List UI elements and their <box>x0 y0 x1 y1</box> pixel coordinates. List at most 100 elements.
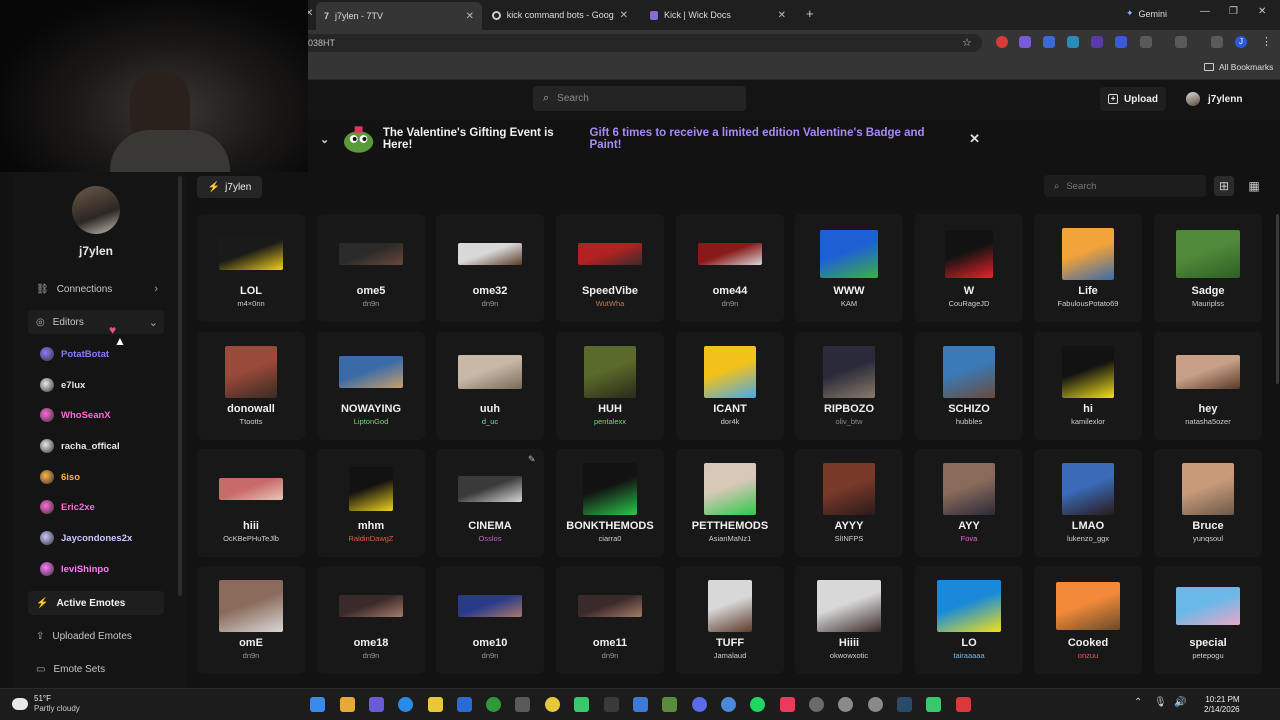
tab-close-icon[interactable]: ✕ <box>466 11 474 22</box>
emote-card[interactable]: ome32 dn9n <box>436 214 544 322</box>
emote-card[interactable]: special petepogu <box>1154 566 1262 674</box>
editor-item[interactable]: e7lux <box>40 375 85 395</box>
app-green-icon[interactable] <box>574 697 589 712</box>
tab-wick-docs[interactable]: Kick | Wick Docs ✕ <box>642 4 794 26</box>
obs-icon[interactable] <box>809 697 824 712</box>
app-green2-icon[interactable] <box>926 697 941 712</box>
editor-item[interactable]: PotatBotat <box>40 344 109 364</box>
epic-games-icon[interactable] <box>604 697 619 712</box>
small-grid-view-icon[interactable]: ▦ <box>1244 176 1264 196</box>
extension-wave-icon[interactable] <box>1115 36 1127 48</box>
minimize-icon[interactable]: — <box>1200 6 1210 17</box>
collapse-chevron-icon[interactable]: ⌄ <box>320 133 334 146</box>
edge-icon[interactable] <box>398 697 413 712</box>
editor-item[interactable]: 6iso <box>40 467 80 487</box>
outlook-icon[interactable] <box>457 697 472 712</box>
emote-card[interactable]: Hiiii okwowxotic <box>795 566 903 674</box>
app-c-icon[interactable] <box>838 697 853 712</box>
emote-card[interactable]: ome11 dn9n <box>556 566 664 674</box>
emote-card[interactable]: donowall Ttootts <box>197 332 305 440</box>
emote-card[interactable]: ome44 dn9n <box>676 214 784 322</box>
user-menu[interactable]: j7ylenn <box>1186 87 1242 111</box>
spotify-icon[interactable] <box>750 697 765 712</box>
profile-avatar[interactable]: J <box>1235 36 1247 48</box>
tab-google-sheets[interactable]: kick command bots - Google S ✕ <box>484 4 636 26</box>
address-bar[interactable]: 038HT ☆ <box>300 34 982 52</box>
extension-blue-icon[interactable] <box>1043 36 1055 48</box>
emote-card[interactable]: uuh d_uc <box>436 332 544 440</box>
bookmark-star-icon[interactable]: ☆ <box>962 36 972 49</box>
tab-search-icon[interactable] <box>1211 36 1223 48</box>
emote-card[interactable]: RIPBOZO oliv_btw <box>795 332 903 440</box>
chrome-icon[interactable] <box>545 697 560 712</box>
sidebar-item-connections[interactable]: ⛓ Connections › <box>28 277 164 301</box>
banner-close-icon[interactable]: ✕ <box>969 131 980 147</box>
emote-card[interactable]: PETTHEMODS AsianMaNz1 <box>676 449 784 557</box>
emote-set-chip[interactable]: ⚡ j7ylen <box>197 176 262 198</box>
editor-item[interactable]: leviShinpo <box>40 559 109 579</box>
store-icon[interactable] <box>515 697 530 712</box>
grid-view-icon[interactable]: ⊞ <box>1214 176 1234 196</box>
extension-purple-icon[interactable] <box>1091 36 1103 48</box>
emote-card[interactable]: hiii OcKBePHuTeJlb <box>197 449 305 557</box>
editor-item[interactable]: WhoSeanX <box>40 405 111 425</box>
edit-pencil-icon[interactable]: ✎ <box>528 454 536 465</box>
sidebar-item-emote-sets[interactable]: ▭ Emote Sets <box>28 657 164 681</box>
editor-item[interactable]: Jaycondones2x <box>40 528 132 548</box>
emote-card[interactable]: Bruce yunqsoul <box>1154 449 1262 557</box>
music-icon[interactable] <box>780 697 795 712</box>
upload-button[interactable]: + Upload <box>1100 87 1166 111</box>
site-search-input[interactable]: ⌕ Search <box>533 86 746 111</box>
xbox-icon[interactable] <box>486 697 501 712</box>
emote-card[interactable]: LMAO lukenzo_ggx <box>1034 449 1142 557</box>
extensions-puzzle-icon[interactable] <box>1140 36 1152 48</box>
minecraft-icon[interactable] <box>662 697 677 712</box>
extension-red-icon[interactable] <box>996 36 1008 48</box>
emote-search-input[interactable]: ⌕ Search <box>1044 175 1206 197</box>
app-red-icon[interactable] <box>956 697 971 712</box>
extension-twitch-icon[interactable] <box>1019 36 1031 48</box>
emote-card[interactable]: ICANT dor4k <box>676 332 784 440</box>
copilot-icon[interactable] <box>340 697 355 712</box>
new-tab-icon[interactable]: + <box>806 6 814 21</box>
emote-card[interactable]: CINEMA Osslos <box>436 449 544 557</box>
app-blue-icon[interactable] <box>633 697 648 712</box>
discord-icon[interactable] <box>692 697 707 712</box>
editor-item[interactable]: racha_offical <box>40 436 120 456</box>
file-explorer-icon[interactable] <box>428 697 443 712</box>
tab-close-icon[interactable]: ✕ <box>620 10 628 21</box>
steam-icon[interactable] <box>897 697 912 712</box>
emote-card[interactable]: AYY Fova <box>915 449 1023 557</box>
emote-card[interactable]: LOL m4×0nn <box>197 214 305 322</box>
windows-start-icon[interactable] <box>310 697 325 712</box>
gemini-button[interactable]: ✦ Gemini <box>1126 8 1167 19</box>
emote-card[interactable]: hi kamilexlor <box>1034 332 1142 440</box>
extension-7tv-icon[interactable] <box>1067 36 1079 48</box>
emote-card[interactable]: Sadge Mauriplss <box>1154 214 1262 322</box>
clock[interactable]: 10:21 PM 2/14/2026 <box>1204 695 1240 715</box>
emote-card[interactable]: ome18 dn9n <box>317 566 425 674</box>
emote-card[interactable]: Cooked onzuu <box>1034 566 1142 674</box>
sidebar-scrollbar[interactable] <box>178 176 182 596</box>
emote-card[interactable]: W CouRageJD <box>915 214 1023 322</box>
emote-card[interactable]: HUH pentalexx <box>556 332 664 440</box>
emote-card[interactable]: LO tairaaaaa <box>915 566 1023 674</box>
emote-card[interactable]: WWW KAM <box>795 214 903 322</box>
volume-icon[interactable]: 🔊 <box>1174 697 1186 708</box>
sidebar-item-active-emotes[interactable]: ⚡ Active Emotes <box>28 591 164 615</box>
sidebar-item-uploaded-emotes[interactable]: ⇪ Uploaded Emotes <box>28 624 164 648</box>
content-scrollbar[interactable] <box>1276 214 1279 384</box>
tab-7tv[interactable]: 7 j7ylen - 7TV ✕ <box>316 2 482 30</box>
sidebar-item-editors[interactable]: ◎ Editors ⌄ <box>28 310 164 334</box>
emote-card[interactable]: TUFF Jamalaud <box>676 566 784 674</box>
tray-overflow-icon[interactable]: ⌃ <box>1134 697 1142 708</box>
emote-card[interactable]: omE dn9n <box>197 566 305 674</box>
close-window-icon[interactable]: ✕ <box>1258 6 1266 17</box>
teams-icon[interactable] <box>369 697 384 712</box>
emote-card[interactable]: ome10 dn9n <box>436 566 544 674</box>
emote-card[interactable]: mhm RaldinDawgZ <box>317 449 425 557</box>
emote-card[interactable]: Life FabulousPotato69 <box>1034 214 1142 322</box>
app-circle-icon[interactable] <box>721 697 736 712</box>
editor-item[interactable]: Eric2xe <box>40 497 95 517</box>
emote-card[interactable]: SCHIZO hubbles <box>915 332 1023 440</box>
